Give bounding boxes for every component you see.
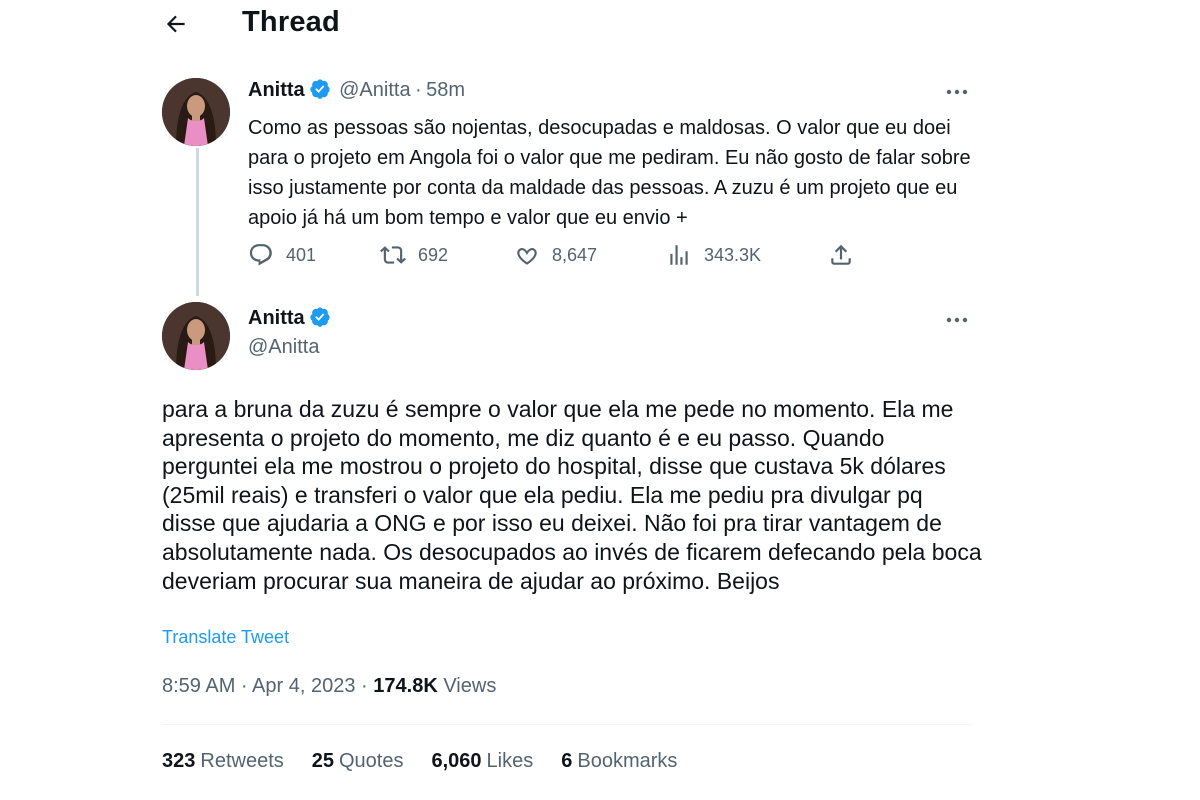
like-button[interactable]: 8,647 <box>514 238 597 272</box>
separator-dot: · <box>415 79 422 101</box>
retweets-label: Retweets <box>200 750 284 772</box>
quotes-count: 25 <box>311 750 334 772</box>
arrow-left-icon <box>166 15 185 33</box>
bookmarks-stat[interactable]: 6 Bookmarks <box>561 750 677 773</box>
tweet-meta: 8:59 AM · Apr 4, 2023 · 174.8K Views <box>162 675 496 698</box>
reply-button[interactable]: 401 <box>248 238 316 272</box>
thread-connector-line <box>196 148 199 296</box>
avatar-photo <box>162 302 230 370</box>
tweet1-header: Anitta @Anitta · 58m <box>248 78 465 102</box>
author-handle[interactable]: @Anitta <box>339 79 410 101</box>
more-dots-icon <box>946 317 968 323</box>
reply-icon <box>249 244 272 266</box>
avatar-photo <box>162 78 230 146</box>
author-name[interactable]: Anitta <box>248 79 305 101</box>
share-button[interactable] <box>828 238 866 272</box>
divider <box>162 724 972 725</box>
page-title: Thread <box>242 6 340 38</box>
tweet-text: Como as pessoas são nojentas, desocupada… <box>248 117 971 229</box>
quotes-label: Quotes <box>339 750 404 772</box>
likes-label: Likes <box>486 750 534 772</box>
back-button[interactable] <box>160 8 192 40</box>
retweets-count: 323 <box>162 750 196 772</box>
verified-badge-icon <box>310 307 330 327</box>
retweet-button[interactable]: 692 <box>380 238 448 272</box>
verified-badge-icon <box>310 79 330 99</box>
quotes-stat[interactable]: 25 Quotes <box>312 750 404 773</box>
author-name[interactable]: Anitta <box>248 307 305 329</box>
tweet-actions-bar: 401 692 8,647 343.3K <box>248 238 868 272</box>
translate-tweet-link[interactable]: Translate Tweet <box>162 627 289 648</box>
views-count: 343.3K <box>704 244 762 265</box>
avatar[interactable] <box>162 78 230 146</box>
tweet-text: para a bruna da zuzu é sempre o valor qu… <box>162 396 982 594</box>
likes-stat[interactable]: 6,060 Likes <box>431 750 533 773</box>
retweet-icon <box>380 246 406 264</box>
more-dots-icon <box>946 89 968 95</box>
bookmarks-label: Bookmarks <box>577 750 678 772</box>
avatar[interactable] <box>162 302 230 370</box>
separator-dot: · <box>361 675 368 697</box>
views-label: Views <box>443 675 497 697</box>
heart-icon <box>517 247 537 265</box>
author-handle[interactable]: @Anitta <box>248 336 319 359</box>
retweet-count: 692 <box>418 244 449 265</box>
analytics-icon <box>670 245 688 265</box>
bookmarks-count: 6 <box>561 750 573 772</box>
share-icon <box>831 244 851 265</box>
views-count: 174.8K <box>373 675 438 697</box>
views-button[interactable]: 343.3K <box>666 238 761 272</box>
more-options-button[interactable] <box>942 82 972 102</box>
tweet-time[interactable]: 58m <box>426 79 465 101</box>
tweet-timestamp[interactable]: 8:59 AM · Apr 4, 2023 <box>162 675 355 697</box>
likes-count: 6,060 <box>431 750 482 772</box>
more-options-button[interactable] <box>942 310 972 330</box>
tweet-stats-row: 323 Retweets 25 Quotes 6,060 Likes 6 Bookmar… <box>162 750 677 773</box>
tweet2-author-row: Anitta <box>248 306 331 330</box>
reply-count: 401 <box>286 244 317 265</box>
retweets-stat[interactable]: 323 Retweets <box>162 750 284 773</box>
like-count: 8,647 <box>552 244 598 265</box>
